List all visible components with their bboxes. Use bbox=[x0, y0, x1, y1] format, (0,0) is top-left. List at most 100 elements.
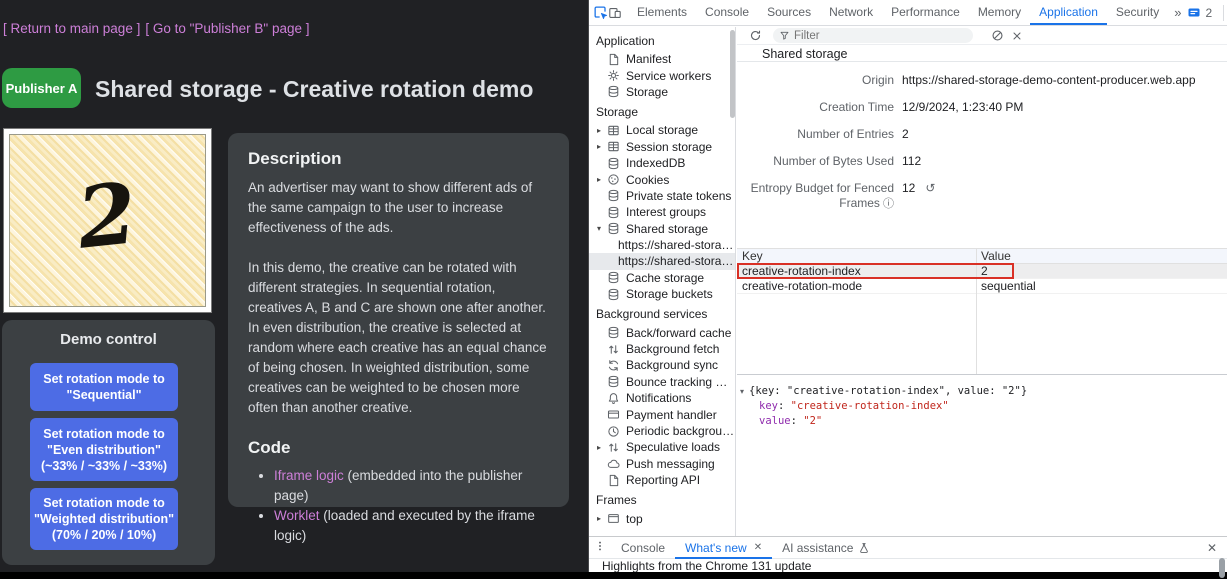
delete-selected-icon[interactable] bbox=[1007, 28, 1027, 44]
demo-control-title: Demo control bbox=[2, 331, 215, 348]
db-icon bbox=[607, 157, 622, 170]
filter-field[interactable] bbox=[773, 28, 973, 43]
code-list-item: Worklet (loaded and executed by the ifra… bbox=[274, 506, 549, 546]
sidebar-item-payment-handler[interactable]: Payment handler bbox=[589, 406, 735, 422]
down-arrow-icon: ▾ bbox=[597, 224, 607, 233]
sidebar-item-cache-storage[interactable]: Cache storage bbox=[589, 270, 735, 286]
tab-memory[interactable]: Memory bbox=[969, 0, 1030, 25]
refresh-icon[interactable] bbox=[745, 28, 765, 44]
tab-network[interactable]: Network bbox=[820, 0, 882, 25]
sidebar-section-frames: Frames bbox=[589, 493, 735, 508]
clear-icon[interactable] bbox=[987, 28, 1007, 44]
sidebar-item-storage[interactable]: Storage bbox=[589, 84, 735, 100]
sidebar-item-private-state-tokens[interactable]: Private state tokens bbox=[589, 188, 735, 204]
card-icon bbox=[607, 408, 622, 421]
reset-budget-icon[interactable]: ↺ bbox=[925, 181, 935, 195]
sidebar-item-speculative-loads[interactable]: ▸Speculative loads bbox=[589, 439, 735, 455]
drawer-tabbar: ConsoleWhat's new✕AI assistance ✕ bbox=[589, 537, 1227, 559]
field-row-creation-time: Creation Time12/9/2024, 1:23:40 PM bbox=[737, 100, 1227, 115]
code-list-item: Iframe logic (embedded into the publishe… bbox=[274, 466, 549, 506]
field-label: Entropy Budget for Fenced Frames ⓘ bbox=[737, 181, 894, 211]
sidebar-section-storage: Storage bbox=[589, 105, 735, 120]
drawer-tab-console[interactable]: Console bbox=[611, 537, 675, 559]
right-arrow-icon: ▸ bbox=[597, 126, 607, 135]
column-divider[interactable] bbox=[976, 249, 977, 374]
toolbar-separator bbox=[1223, 5, 1224, 21]
device-toolbar-icon[interactable] bbox=[608, 3, 622, 23]
sidebar-item-periodic-backgroun[interactable]: Periodic backgroun… bbox=[589, 423, 735, 439]
tab-security[interactable]: Security bbox=[1107, 0, 1168, 25]
more-tabs-icon[interactable]: » bbox=[1168, 5, 1187, 20]
sidebar-item-local-storage[interactable]: ▸Local storage bbox=[589, 122, 735, 138]
demo-button-3[interactable]: Set rotation mode to"Weighted distributi… bbox=[30, 488, 178, 550]
updown-icon bbox=[607, 343, 622, 356]
sidebar-item-session-storage[interactable]: ▸Session storage bbox=[589, 139, 735, 155]
sidebar-item-cookies[interactable]: ▸Cookies bbox=[589, 171, 735, 187]
drawer-tab-what-s-new[interactable]: What's new✕ bbox=[675, 537, 772, 559]
updown-icon bbox=[607, 441, 622, 454]
page-title: Shared storage - Creative rotation demo bbox=[95, 76, 533, 103]
filter-input[interactable] bbox=[794, 30, 954, 42]
table-row-creative-rotation-mode[interactable]: creative-rotation-modesequential bbox=[737, 279, 1227, 294]
db-icon bbox=[607, 85, 622, 98]
demo-button-1[interactable]: Set rotation mode to"Sequential" bbox=[30, 363, 178, 411]
sidebar-item-notifications[interactable]: Notifications bbox=[589, 390, 735, 406]
drawer-kebab-menu-icon[interactable] bbox=[589, 540, 611, 555]
sidebar-item-background-fetch[interactable]: Background fetch bbox=[589, 341, 735, 357]
sidebar-item-bounce-tracking-miti[interactable]: Bounce tracking miti… bbox=[589, 374, 735, 390]
sidebar-item-manifest[interactable]: Manifest bbox=[589, 51, 735, 67]
flask-icon bbox=[858, 542, 870, 554]
sidebar-item-shared-storage[interactable]: ▾Shared storage bbox=[589, 221, 735, 237]
sidebar-item-https-shared-storage[interactable]: https://shared-storage… bbox=[589, 237, 735, 253]
drawer-close-icon[interactable]: ✕ bbox=[1207, 541, 1217, 555]
creative-number: 2 bbox=[2, 125, 214, 315]
inspect-icon[interactable] bbox=[593, 3, 608, 23]
cloud-icon bbox=[607, 457, 622, 470]
column-header-value[interactable]: Value bbox=[976, 249, 1011, 263]
demo-button-2[interactable]: Set rotation mode to"Even distribution"(… bbox=[30, 418, 178, 481]
devtools-tabbar: ElementsConsoleSourcesNetworkPerformance… bbox=[589, 0, 1227, 26]
field-value: 112 bbox=[902, 154, 921, 168]
sidebar-item-reporting-api[interactable]: Reporting API bbox=[589, 472, 735, 488]
close-icon[interactable]: ✕ bbox=[754, 542, 762, 553]
code-link-worklet[interactable]: Worklet bbox=[274, 508, 320, 523]
sidebar-section-application: Application bbox=[589, 34, 735, 49]
info-icon[interactable]: ⓘ bbox=[880, 198, 894, 210]
sidebar-item-push-messaging[interactable]: Push messaging bbox=[589, 456, 735, 472]
sidebar-item-indexeddb[interactable]: IndexedDB bbox=[589, 155, 735, 171]
code-link-list: Iframe logic (embedded into the publishe… bbox=[248, 466, 549, 546]
table-header-row: Key Value bbox=[737, 249, 1227, 264]
tab-elements[interactable]: Elements bbox=[628, 0, 696, 25]
nav-link-go-to-publisher-b-page[interactable]: [ Go to "Publisher B" page ] bbox=[145, 21, 309, 36]
tab-sources[interactable]: Sources bbox=[758, 0, 820, 25]
table-row-creative-rotation-index[interactable]: creative-rotation-index2 bbox=[737, 264, 1227, 279]
panel-title: Shared storage bbox=[737, 44, 1227, 62]
sidebar-item-background-sync[interactable]: Background sync bbox=[589, 357, 735, 373]
drawer-scrollbar[interactable] bbox=[1219, 558, 1225, 578]
drawer-tab-ai-assistance[interactable]: AI assistance bbox=[772, 537, 880, 559]
sidebar-item-storage-buckets[interactable]: Storage buckets bbox=[589, 286, 735, 302]
issues-count: 2 bbox=[1205, 6, 1212, 20]
code-link-iframe-logic[interactable]: Iframe logic bbox=[274, 468, 344, 483]
tab-console[interactable]: Console bbox=[696, 0, 758, 25]
tab-performance[interactable]: Performance bbox=[882, 0, 969, 25]
bell-icon bbox=[607, 392, 622, 405]
expand-arrow-icon[interactable]: ▾ bbox=[740, 384, 744, 399]
field-label: Number of Bytes Used bbox=[737, 154, 894, 168]
issues-icon bbox=[1187, 6, 1201, 20]
sidebar-item-back-forward-cache[interactable]: Back/forward cache bbox=[589, 324, 735, 340]
preview-property: value: "2" bbox=[737, 414, 1227, 429]
sidebar-item-https-shared-storage[interactable]: https://shared-storage… bbox=[589, 253, 735, 269]
field-value: 12↺ bbox=[902, 181, 935, 195]
table-cell-key: creative-rotation-index bbox=[737, 264, 976, 278]
nav-link-return-to-main-page[interactable]: [ Return to main page ] bbox=[3, 21, 140, 36]
sidebar-item-service-workers[interactable]: Service workers bbox=[589, 67, 735, 83]
sidebar-scrollbar[interactable] bbox=[730, 30, 735, 118]
sidebar-item-interest-groups[interactable]: Interest groups bbox=[589, 204, 735, 220]
column-header-key[interactable]: Key bbox=[737, 249, 976, 263]
issues-button[interactable]: 2 bbox=[1187, 6, 1212, 20]
demo-control-panel: Demo control Set rotation mode to"Sequen… bbox=[2, 320, 215, 565]
sidebar-item-top[interactable]: ▸top bbox=[589, 510, 735, 526]
field-value: 12/9/2024, 1:23:40 PM bbox=[902, 100, 1023, 114]
tab-application[interactable]: Application bbox=[1030, 0, 1107, 25]
